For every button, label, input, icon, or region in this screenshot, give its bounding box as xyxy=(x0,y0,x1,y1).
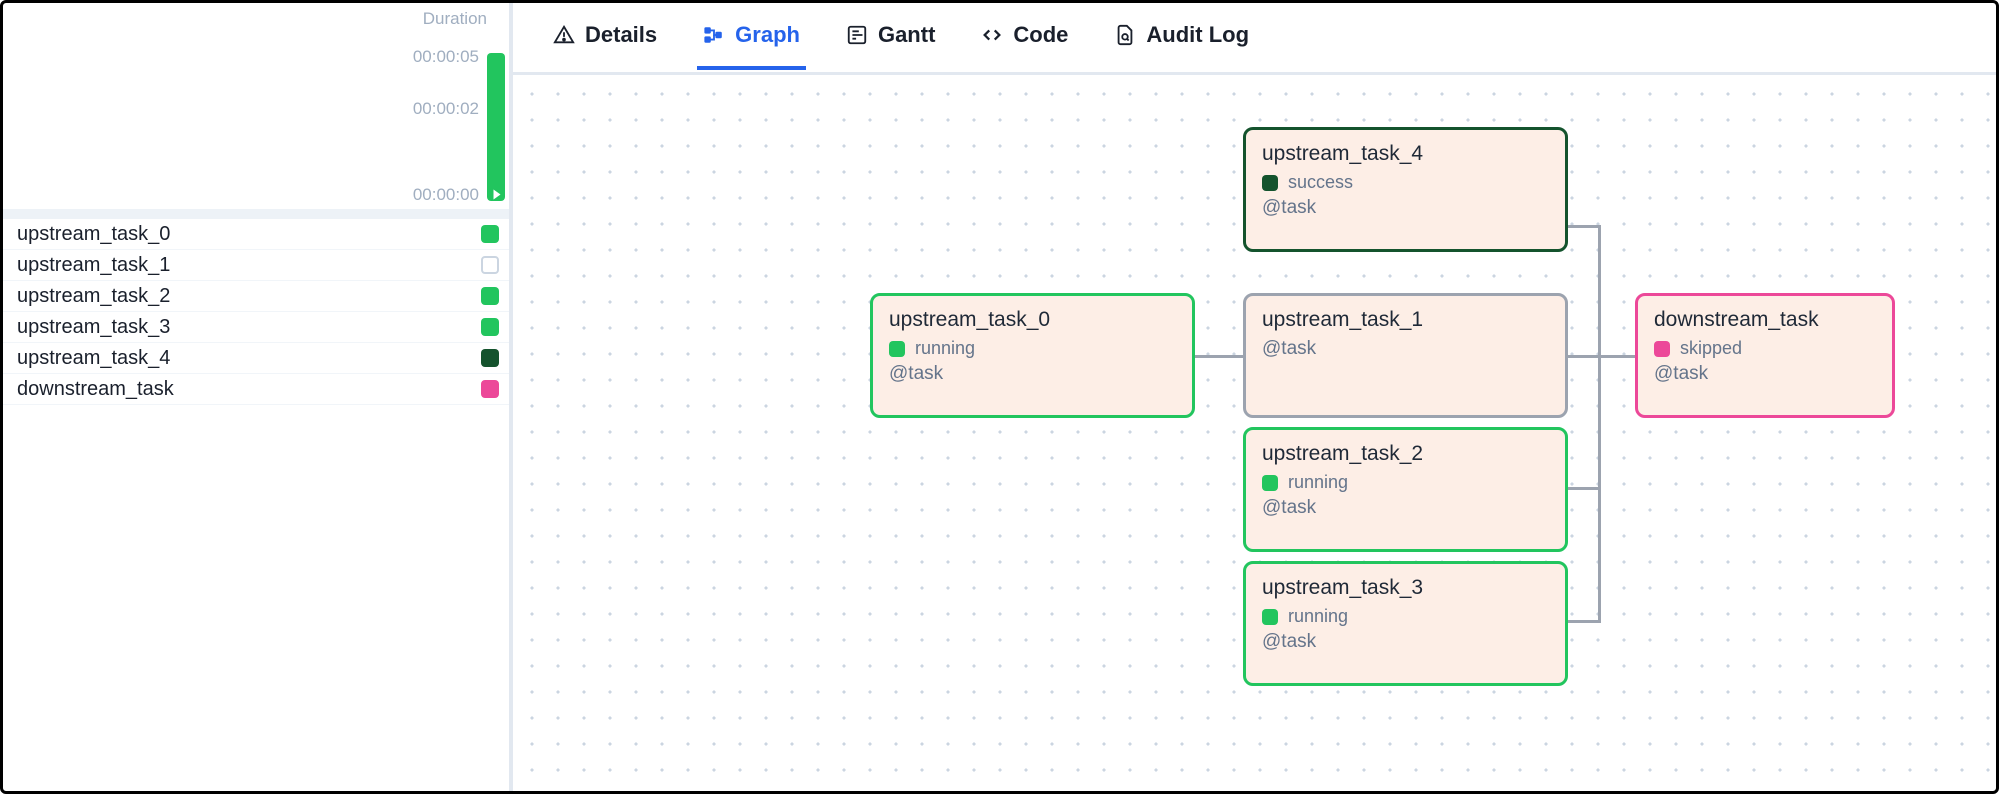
task-row-upstream_task_0[interactable]: upstream_task_0 xyxy=(3,219,509,250)
node-title: upstream_task_3 xyxy=(1262,576,1549,600)
node-title: upstream_task_0 xyxy=(889,308,1176,332)
axis-tick-low: 00:00:00 xyxy=(413,185,479,205)
edge xyxy=(1598,355,1635,358)
tab-graph[interactable]: Graph xyxy=(697,22,806,70)
tab-bar: Details Graph Gantt Code xyxy=(513,3,1996,75)
status-dot-icon xyxy=(481,256,499,274)
tab-label: Details xyxy=(585,22,657,48)
status-dot-icon xyxy=(481,380,499,398)
node-upstream_task_1[interactable]: upstream_task_1 @task xyxy=(1243,293,1568,418)
task-row-upstream_task_4[interactable]: upstream_task_4 xyxy=(3,343,509,374)
node-meta: @task xyxy=(1654,363,1876,385)
code-icon xyxy=(981,24,1003,46)
node-title: upstream_task_1 xyxy=(1262,308,1549,332)
node-meta: @task xyxy=(889,363,1176,385)
edge xyxy=(1598,225,1601,623)
tab-code[interactable]: Code xyxy=(975,22,1074,70)
task-row-downstream_task[interactable]: downstream_task xyxy=(3,374,509,405)
tab-label: Graph xyxy=(735,22,800,48)
node-title: upstream_task_2 xyxy=(1262,442,1549,466)
node-upstream_task_0[interactable]: upstream_task_0 running @task xyxy=(870,293,1195,418)
status-dot-icon xyxy=(1262,175,1278,191)
node-status: skipped xyxy=(1680,338,1742,359)
node-upstream_task_4[interactable]: upstream_task_4 success @task xyxy=(1243,127,1568,252)
tab-gantt[interactable]: Gantt xyxy=(840,22,941,70)
graph-icon xyxy=(703,24,725,46)
task-name: downstream_task xyxy=(17,378,174,401)
duration-header: Duration xyxy=(3,3,509,29)
status-dot-icon xyxy=(481,287,499,305)
node-status: running xyxy=(915,338,975,359)
status-dot-icon xyxy=(481,225,499,243)
edge xyxy=(1195,355,1243,358)
task-name: upstream_task_0 xyxy=(17,223,170,246)
edge xyxy=(1568,355,1600,358)
edge xyxy=(1568,487,1600,490)
task-name: upstream_task_3 xyxy=(17,316,170,339)
axis-tick-mid: 00:00:02 xyxy=(413,99,479,119)
node-upstream_task_3[interactable]: upstream_task_3 running @task xyxy=(1243,561,1568,686)
axis-tick-high: 00:00:05 xyxy=(413,47,479,67)
node-meta: @task xyxy=(1262,197,1549,219)
duration-bar[interactable] xyxy=(487,53,505,201)
audit-log-icon xyxy=(1114,24,1136,46)
task-row-upstream_task_2[interactable]: upstream_task_2 xyxy=(3,281,509,312)
node-upstream_task_2[interactable]: upstream_task_2 running @task xyxy=(1243,427,1568,552)
node-status: running xyxy=(1288,472,1348,493)
tab-audit-log[interactable]: Audit Log xyxy=(1108,22,1255,70)
status-dot-icon xyxy=(1262,475,1278,491)
task-name: upstream_task_1 xyxy=(17,254,170,277)
edge xyxy=(1568,225,1600,228)
task-list: upstream_task_0 upstream_task_1 upstream… xyxy=(3,219,509,405)
node-title: downstream_task xyxy=(1654,308,1876,332)
task-row-upstream_task_1[interactable]: upstream_task_1 xyxy=(3,250,509,281)
warning-triangle-icon xyxy=(553,24,575,46)
status-dot-icon xyxy=(1654,341,1670,357)
node-status: running xyxy=(1288,606,1348,627)
task-name: upstream_task_4 xyxy=(17,347,170,370)
tab-label: Gantt xyxy=(878,22,935,48)
node-title: upstream_task_4 xyxy=(1262,142,1549,166)
sidebar: Duration 00:00:05 00:00:02 00:00:00 upst… xyxy=(3,3,513,791)
status-dot-icon xyxy=(481,349,499,367)
app-frame: Duration 00:00:05 00:00:02 00:00:00 upst… xyxy=(0,0,1999,794)
tab-label: Code xyxy=(1013,22,1068,48)
duration-axis: 00:00:05 00:00:02 00:00:00 xyxy=(3,29,509,209)
gantt-icon xyxy=(846,24,868,46)
node-meta: @task xyxy=(1262,631,1549,653)
graph-canvas[interactable]: upstream_task_0 running @task upstream_t… xyxy=(513,75,1996,791)
status-dot-icon xyxy=(1262,609,1278,625)
edge xyxy=(1568,620,1600,623)
task-name: upstream_task_2 xyxy=(17,285,170,308)
node-meta: @task xyxy=(1262,497,1549,519)
status-dot-icon xyxy=(889,341,905,357)
node-status: success xyxy=(1288,172,1353,193)
task-row-upstream_task_3[interactable]: upstream_task_3 xyxy=(3,312,509,343)
tab-label: Audit Log xyxy=(1146,22,1249,48)
status-dot-icon xyxy=(481,318,499,336)
main-panel: Details Graph Gantt Code xyxy=(513,3,1996,791)
node-meta: @task xyxy=(1262,338,1549,360)
sidebar-divider xyxy=(3,209,509,219)
node-downstream_task[interactable]: downstream_task skipped @task xyxy=(1635,293,1895,418)
tab-details[interactable]: Details xyxy=(547,22,663,70)
